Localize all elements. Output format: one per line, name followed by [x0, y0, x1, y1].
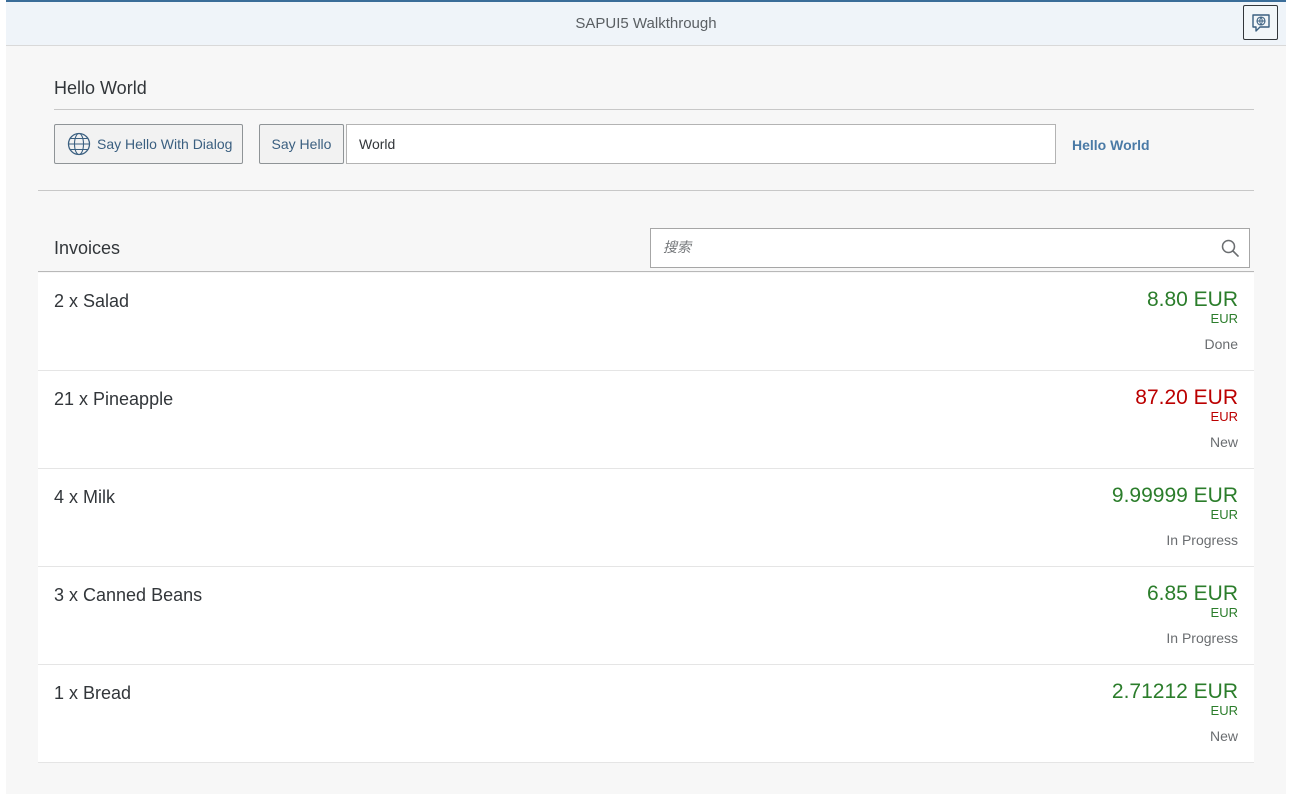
say-hello-with-dialog-label: Say Hello With Dialog	[97, 136, 233, 152]
invoice-status: New	[1209, 728, 1238, 744]
section-divider	[38, 190, 1254, 191]
invoice-list-item[interactable]: 2 x Salad 8.80 EUR EUR Done	[38, 273, 1254, 371]
say-hello-label: Say Hello	[271, 136, 332, 152]
search-input[interactable]	[651, 229, 1211, 267]
shell-title: SAPUI5 Walkthrough	[575, 15, 717, 32]
invoice-title: 3 x Canned Beans	[54, 585, 203, 605]
search-icon[interactable]	[1221, 239, 1239, 257]
say-hello-with-dialog-button[interactable]: Say Hello With Dialog	[54, 124, 243, 164]
invoice-amount: 8.80 EUR	[1146, 288, 1238, 311]
feedback-icon	[1251, 13, 1270, 32]
hello-toolbar: Say Hello With Dialog Say Hello Hello Wo…	[54, 124, 1254, 166]
invoice-amount: 2.71212 EUR	[1111, 680, 1238, 703]
invoice-unit: EUR	[1210, 703, 1238, 718]
invoices-header: Invoices	[38, 226, 1254, 272]
invoice-title: 2 x Salad	[54, 291, 130, 311]
invoice-status: Done	[1204, 336, 1238, 352]
invoice-title: 21 x Pineapple	[54, 389, 174, 409]
invoice-list: 2 x Salad 8.80 EUR EUR Done 21 x Pineapp…	[38, 273, 1254, 763]
invoice-amount: 6.85 EUR	[1146, 582, 1238, 605]
invoice-status: New	[1209, 434, 1238, 450]
invoice-title: 1 x Bread	[54, 683, 132, 703]
invoice-list-item[interactable]: 4 x Milk 9.99999 EUR EUR In Progress	[38, 469, 1254, 567]
invoice-status: In Progress	[1166, 532, 1238, 548]
feedback-button[interactable]	[1243, 5, 1278, 40]
invoice-title: 4 x Milk	[54, 487, 116, 507]
invoices-title: Invoices	[54, 238, 121, 258]
invoice-amount: 87.20 EUR	[1135, 386, 1238, 409]
panel-header: Hello World	[54, 66, 1254, 110]
invoice-search-field[interactable]	[650, 228, 1250, 268]
invoice-unit: EUR	[1210, 311, 1238, 326]
greeting-text: Hello World	[1072, 137, 1150, 153]
invoice-unit: EUR	[1210, 605, 1238, 620]
invoice-list-item[interactable]: 3 x Canned Beans 6.85 EUR EUR In Progres…	[38, 567, 1254, 665]
invoice-status: In Progress	[1166, 630, 1238, 646]
invoice-list-item[interactable]: 21 x Pineapple 87.20 EUR EUR New	[38, 371, 1254, 469]
panel-title: Hello World	[54, 78, 147, 98]
invoice-unit: EUR	[1210, 507, 1238, 522]
globe-icon	[67, 132, 91, 156]
name-input[interactable]	[346, 124, 1056, 164]
say-hello-button[interactable]: Say Hello	[259, 124, 344, 164]
shell-header: SAPUI5 Walkthrough	[6, 2, 1286, 46]
app-shell: SAPUI5 Walkthrough Hello World Say Hello…	[6, 0, 1286, 794]
invoice-amount: 9.99999 EUR	[1111, 484, 1238, 507]
invoice-unit: EUR	[1210, 409, 1238, 424]
invoice-list-item[interactable]: 1 x Bread 2.71212 EUR EUR New	[38, 665, 1254, 763]
